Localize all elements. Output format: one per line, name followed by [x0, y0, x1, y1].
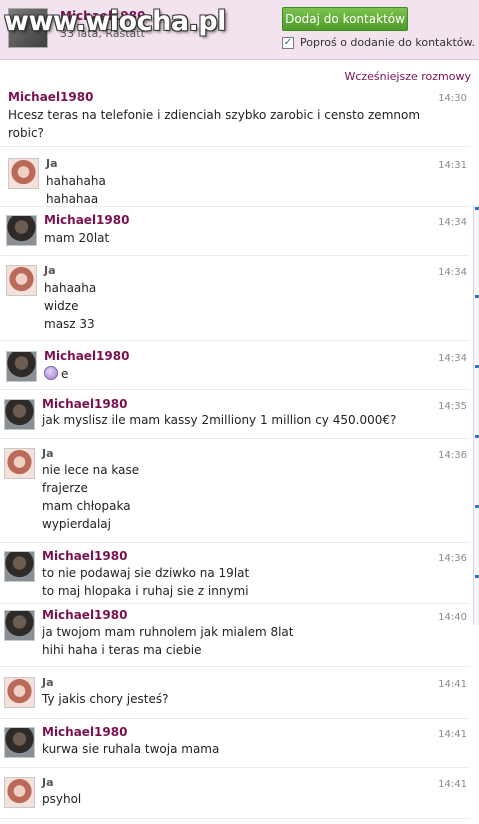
scroll-marker [475, 575, 479, 578]
divider [0, 146, 470, 147]
message-time: 14:40 [438, 612, 467, 623]
request-contact-checkbox[interactable]: ✓ [282, 36, 294, 49]
message-text: e [61, 367, 69, 381]
divider [0, 206, 470, 207]
scroll-marker [475, 435, 479, 438]
message-author[interactable]: Michael1980 [42, 397, 127, 411]
message-text: Ty jakis chory jesteś? [42, 692, 169, 706]
message-text: ja twojom mam ruhnolem jak mialem 8lat h… [42, 625, 294, 657]
divider [0, 666, 470, 667]
scroll-marker [475, 505, 479, 508]
message-text: nie lece na kase frajerze mam chłopaka w… [42, 463, 140, 531]
avatar[interactable] [4, 551, 35, 582]
message-text: jak myslisz ile mam kassy 2milliony 1 mi… [42, 413, 397, 427]
message-author[interactable]: Michael1980 [42, 608, 127, 622]
divider [0, 438, 470, 439]
message-text: kurwa sie ruhala twoja mama [42, 742, 220, 756]
message-time: 14:34 [438, 217, 467, 228]
scroll-marker [475, 207, 479, 210]
message-time: 14:30 [438, 93, 467, 104]
message-text: hahaaha widze masz 33 [44, 281, 97, 331]
earlier-conversations-link[interactable]: Wcześniejsze rozmowy [344, 70, 471, 83]
message-author[interactable]: Michael1980 [42, 725, 127, 739]
message-time: 14:41 [438, 679, 467, 690]
avatar[interactable] [6, 215, 37, 246]
divider [0, 767, 470, 768]
divider [0, 255, 470, 256]
request-contact-option[interactable]: ✓ Poproś o dodanie do kontaktów. [282, 36, 475, 49]
avatar[interactable] [4, 448, 35, 479]
message-time: 14:41 [438, 729, 467, 740]
request-contact-label: Poproś o dodanie do kontaktów. [300, 36, 475, 49]
divider [0, 603, 470, 604]
message-time: 14:34 [438, 353, 467, 364]
message-author[interactable]: Ja [42, 676, 54, 689]
side-scrollbar[interactable] [473, 205, 479, 625]
message-time: 14:41 [438, 779, 467, 790]
message-text: Hcesz teras na telefonie i zdienciah szy… [8, 108, 421, 140]
message-text: psyhol [42, 792, 82, 806]
divider [0, 389, 470, 390]
message-author[interactable]: Michael1980 [44, 213, 129, 227]
scroll-marker [475, 365, 479, 368]
message-time: 14:31 [438, 160, 467, 171]
message-author[interactable]: Michael1980 [8, 90, 93, 104]
message-text: hahahaha hahahaa [46, 174, 106, 206]
message-text: to nie podawaj sie dziwko na 19lat to ma… [42, 566, 250, 598]
avatar[interactable] [4, 610, 35, 641]
divider [0, 542, 470, 543]
message-time: 14:36 [438, 553, 467, 564]
divider [0, 718, 470, 719]
divider [0, 340, 470, 341]
watermark-logo: www.wiocha.pl [4, 6, 226, 37]
avatar[interactable] [4, 727, 35, 758]
message-author[interactable]: Ja [42, 776, 54, 789]
avatar[interactable] [6, 265, 37, 296]
avatar[interactable] [6, 351, 37, 382]
message-time: 14:36 [438, 450, 467, 461]
message-author[interactable]: Ja [42, 447, 54, 460]
avatar[interactable] [4, 399, 35, 430]
chat-header: Michael1980 33 lata, Rastatt www.wiocha.… [0, 0, 479, 60]
message-author[interactable]: Ja [46, 157, 58, 170]
divider [0, 818, 470, 819]
message-time: 14:34 [438, 267, 467, 278]
scroll-marker [475, 295, 479, 298]
message-author[interactable]: Michael1980 [44, 349, 129, 363]
message-author[interactable]: Ja [44, 264, 56, 277]
avatar[interactable] [8, 158, 39, 189]
emoticon-icon [44, 366, 58, 380]
avatar[interactable] [4, 677, 35, 708]
avatar[interactable] [4, 777, 35, 808]
message-author[interactable]: Michael1980 [42, 549, 127, 563]
message-text: mam 20lat [44, 231, 110, 245]
add-contact-button[interactable]: Dodaj do kontaktów [282, 7, 408, 31]
message-content: e [44, 365, 424, 383]
